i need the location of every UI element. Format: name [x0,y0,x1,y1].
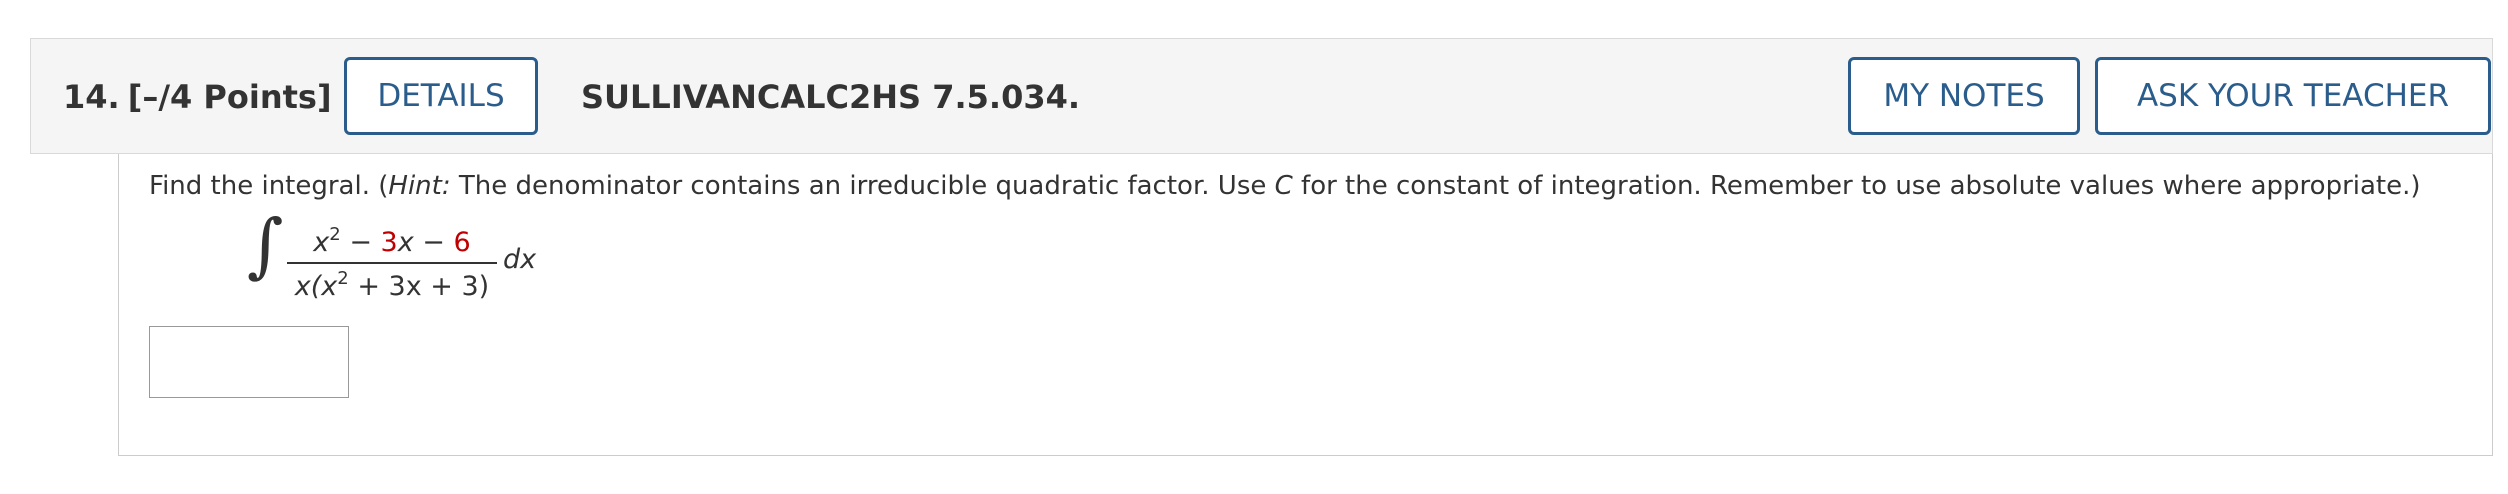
denominator-right: + 3x + 3) [348,271,490,302]
numerator-var: x [397,227,414,258]
hint-label: Hint: [388,171,451,201]
question-body: Find the integral. (Hint: The denominato… [118,154,2493,456]
prompt-text-3: for the constant of integration. Remembe… [1292,171,2421,201]
answer-input[interactable] [149,326,349,398]
denominator-left: x(x [294,271,338,302]
prompt-text-1: Find the integral. ( [149,171,389,201]
numerator-coefficient: 3 [380,227,398,258]
numerator-minus-2: − [413,227,454,258]
numerator-exponent: 2 [329,224,341,245]
integral-sign: ∫ [247,204,284,286]
denominator-exponent: 2 [337,268,349,289]
question-number-points: 14. [–/4 Points] [63,78,332,116]
fraction-bar [287,262,497,264]
details-button[interactable]: DETAILS [344,57,538,135]
differential-dx: dx [503,244,537,275]
integrand-denominator: x(x2 + 3x + 3) [287,268,497,302]
question-number: 14. [63,78,120,116]
question-points: [–/4 Points] [127,78,332,116]
question-header: 14. [–/4 Points] DETAILS SULLIVANCALC2HS … [30,38,2493,154]
constant-symbol: C [1274,171,1293,201]
ask-your-teacher-button[interactable]: ASK YOUR TEACHER [2095,57,2491,135]
integrand-numerator: x2 − 3x − 6 [287,224,497,258]
my-notes-button[interactable]: MY NOTES [1848,57,2080,135]
question-prompt: Find the integral. (Hint: The denominato… [149,171,2421,201]
numerator-constant: 6 [453,227,471,258]
numerator-minus-1: − [340,227,381,258]
question-source: SULLIVANCALC2HS 7.5.034. [581,78,1081,116]
numerator-x: x [313,227,330,258]
prompt-text-2: The denominator contains an irreducible … [450,171,1275,201]
